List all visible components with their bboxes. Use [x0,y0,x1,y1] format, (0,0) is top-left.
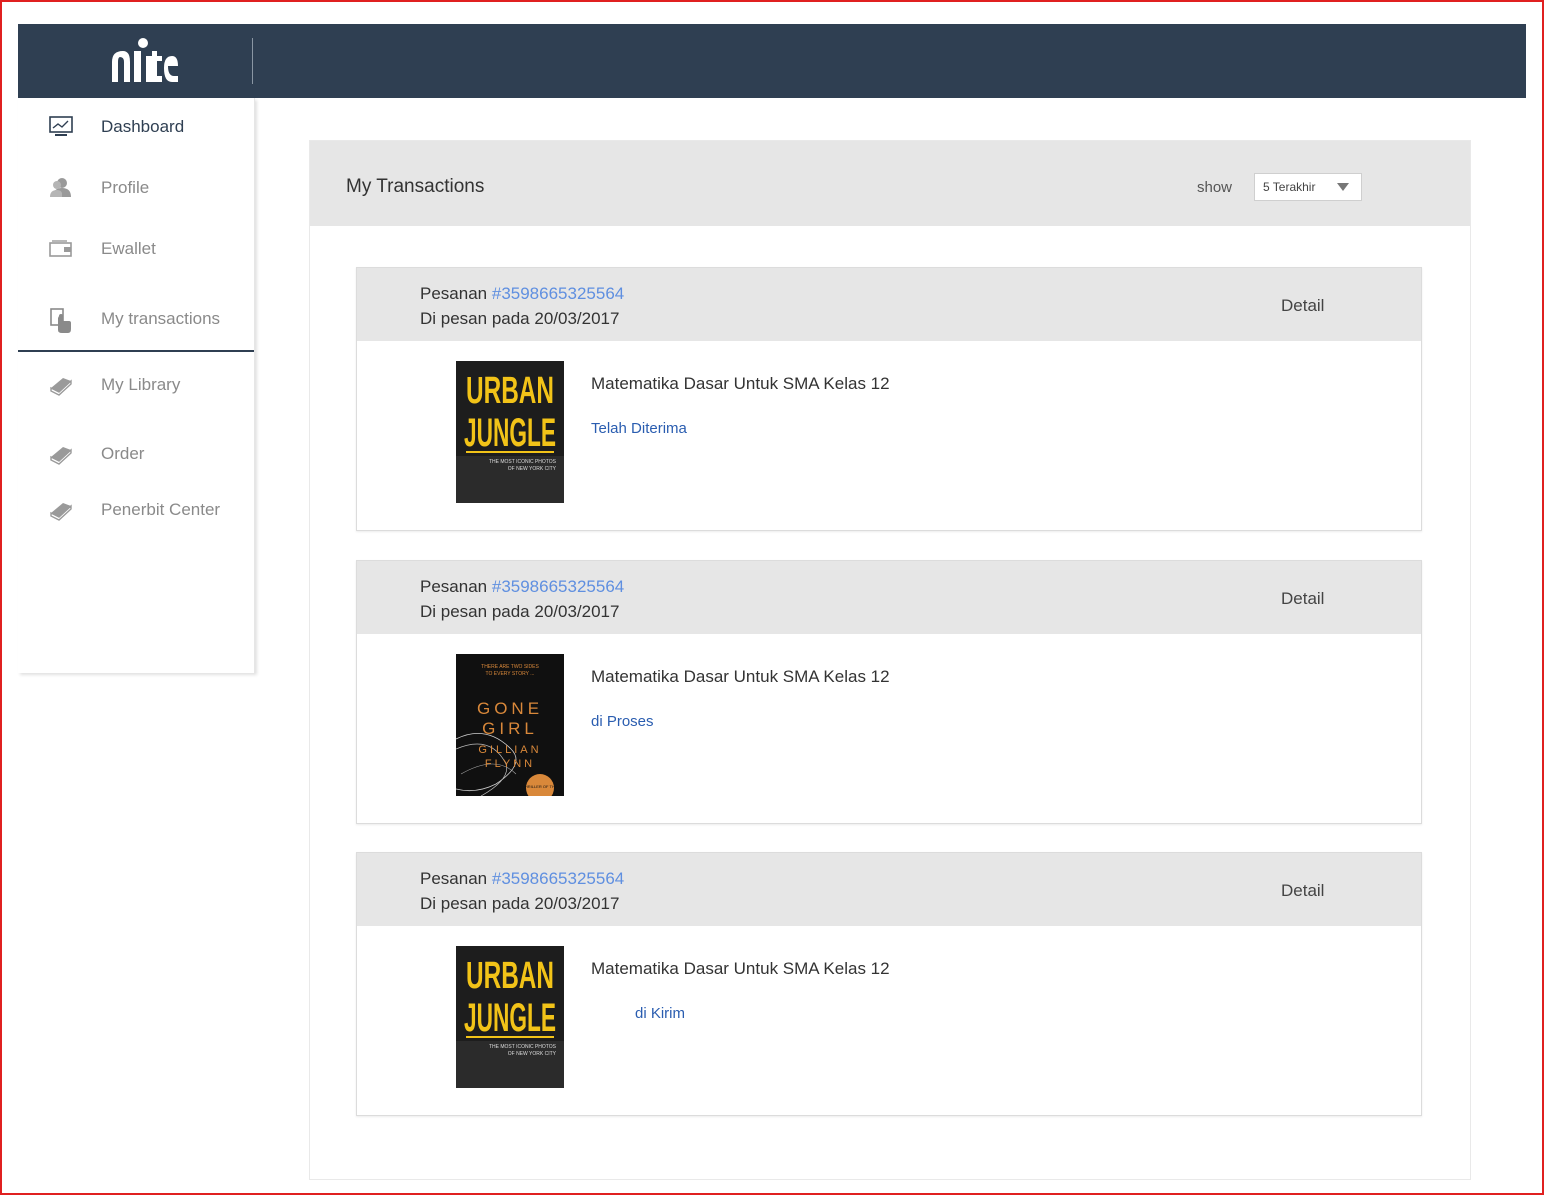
cover-badge: THRILLER OF THE [522,784,557,789]
book-title[interactable]: Matematika Dasar Untuk SMA Kelas 12 [591,374,890,394]
order-status: Telah Diterima [591,420,687,437]
cover-title-1: URBAN [466,955,554,997]
users-icon [49,177,73,199]
book-icon [49,499,73,521]
order-prefix: Pesanan [420,577,488,596]
order-status: di Kirim [635,1005,686,1022]
cover-title-1: URBAN [466,370,554,412]
cover-author-1: GILLIAN [478,744,541,756]
book-cover[interactable]: URBAN JUNGLE THE MOST ICONIC PHOTOS OF N… [456,946,564,1088]
detail-button[interactable]: Detail [1281,296,1324,316]
sidebar-item-label: Ewallet [101,239,156,258]
cover-tagline-2: TO EVERY STORY ... [486,671,535,677]
transaction-card-header: Pesanan #3598665325564 Di pesan pada 20/… [357,561,1421,634]
chevron-down-icon [1337,183,1349,191]
cover-subtitle-1: THE MOST ICONIC PHOTOS [489,459,557,465]
cover-title-2: JUNGLE [464,411,556,455]
sidebar-item-label: My transactions [101,309,221,328]
cover-subtitle-1: THE MOST ICONIC PHOTOS [489,1044,557,1050]
panel-header: My Transactions show 5 Terakhir [310,141,1470,226]
sidebar-item-order[interactable]: Order [18,435,254,475]
order-id-link[interactable]: #3598665325564 [492,284,624,303]
order-prefix: Pesanan [420,869,488,888]
book-cover[interactable]: URBAN JUNGLE THE MOST ICONIC PHOTOS OF N… [456,361,564,503]
transaction-card: Pesanan #3598665325564 Di pesan pada 20/… [356,560,1422,824]
order-line: Pesanan #3598665325564 [420,284,624,304]
book-title[interactable]: Matematika Dasar Untuk SMA Kelas 12 [591,959,890,979]
sidebar-item-my-library[interactable]: My Library [18,366,254,406]
cover-title-2: JUNGLE [464,996,556,1040]
hand-document-icon [49,308,73,333]
sidebar-item-penerbit-center[interactable]: Penerbit Center [18,491,254,531]
order-line: Pesanan #3598665325564 [420,869,624,889]
cover-subtitle-2: OF NEW YORK CITY [508,1051,557,1057]
sidebar-item-label: Dashboard [101,117,185,136]
order-date: Di pesan pada 20/03/2017 [420,309,620,328]
transactions-panel: My Transactions show 5 Terakhir Pesanan … [309,140,1471,1180]
sidebar-item-ewallet[interactable]: Ewallet [18,230,254,270]
book-title[interactable]: Matematika Dasar Untuk SMA Kelas 12 [591,667,890,687]
cover-tagline-1: THERE ARE TWO SIDES [481,664,539,670]
cover-title-1: GONE [477,699,543,718]
order-date: Di pesan pada 20/03/2017 [420,602,620,621]
book-icon [49,443,73,465]
top-bar [18,24,1526,98]
header-divider [252,38,253,84]
book-cover[interactable]: THERE ARE TWO SIDES TO EVERY STORY ... G… [455,654,564,802]
order-status: di Proses [591,713,654,730]
transaction-card: Pesanan #3598665325564 Di pesan pada 20/… [356,852,1422,1116]
show-count-select[interactable]: 5 Terakhir [1254,173,1362,201]
cover-author-2: FLYNN [485,758,535,770]
sidebar-item-profile[interactable]: Profile [18,169,254,209]
sidebar-item-dashboard[interactable]: Dashboard [18,108,254,148]
cover-subtitle-2: OF NEW YORK CITY [508,466,557,472]
sidebar-divider [18,350,254,352]
sidebar-item-my-transactions[interactable]: My transactions [18,300,254,340]
sidebar-item-label: My Library [101,375,181,394]
transaction-card: Pesanan #3598665325564 Di pesan pada 20/… [356,267,1422,531]
monitor-chart-icon [49,116,73,138]
show-count-value: 5 Terakhir [1263,180,1316,194]
order-id-link[interactable]: #3598665325564 [492,577,624,596]
wallet-icon [49,238,73,260]
page-title: My Transactions [346,176,485,197]
order-id-link[interactable]: #3598665325564 [492,869,624,888]
sidebar-item-label: Order [101,444,145,463]
cover-title-2: GIRL [482,719,538,738]
book-icon [49,374,73,396]
transaction-card-header: Pesanan #3598665325564 Di pesan pada 20/… [357,268,1421,341]
detail-button[interactable]: Detail [1281,589,1324,609]
sidebar: Dashboard Profile Ewallet My transaction… [18,98,255,673]
show-label: show [1197,179,1233,196]
order-line: Pesanan #3598665325564 [420,577,624,597]
detail-button[interactable]: Detail [1281,881,1324,901]
order-prefix: Pesanan [420,284,488,303]
sidebar-item-label: Penerbit Center [101,500,221,519]
order-date: Di pesan pada 20/03/2017 [420,894,620,913]
sidebar-item-label: Profile [101,178,150,197]
transaction-card-header: Pesanan #3598665325564 Di pesan pada 20/… [357,853,1421,926]
brand-logo[interactable] [108,36,178,86]
